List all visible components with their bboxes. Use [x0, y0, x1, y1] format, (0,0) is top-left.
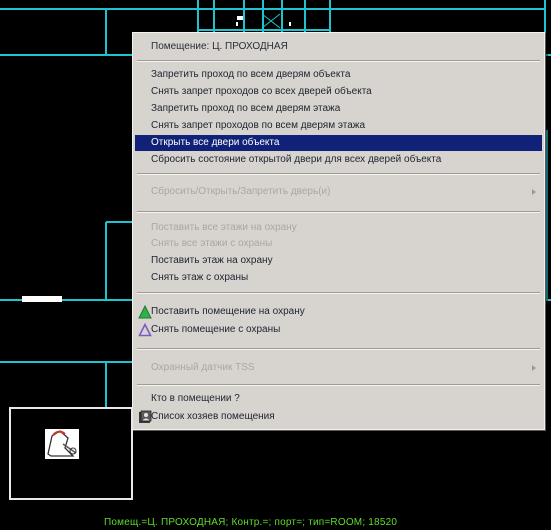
submenu-arrow-icon: [532, 365, 536, 371]
menu-item-disarm-room[interactable]: Снять помещение с охраны: [135, 322, 542, 338]
menu-separator: [137, 348, 540, 350]
menu-separator: [137, 292, 540, 294]
menu-item-forbid-all-floor-doors[interactable]: Запретить проход по всем дверям этажа: [135, 101, 542, 117]
menu-item-who-in-room[interactable]: Кто в помещении ?: [135, 391, 542, 407]
menu-item-disarm-floor[interactable]: Снять этаж с охраны: [135, 270, 542, 286]
status-bar: Помещ.=Ц. ПРОХОДНАЯ; Контр.=; порт=; тип…: [104, 517, 398, 528]
menu-item-forbid-all-object-doors[interactable]: Запретить проход по всем дверям объекта: [135, 67, 542, 83]
submenu-arrow-icon: [532, 189, 536, 195]
menu-item-reset-open-door-state[interactable]: Сбросить состояние открытой двери для вс…: [135, 152, 542, 168]
menu-item-unforbid-all-floor-doors[interactable]: Снять запрет проходов по всем дверям эта…: [135, 118, 542, 134]
doorway-icon: [45, 429, 79, 459]
sensor-submenu-label: Охранный датчик TSS: [151, 362, 255, 373]
owners-list-icon: [139, 410, 152, 423]
menu-separator: [137, 384, 540, 386]
menu-item-unforbid-all-object-doors[interactable]: Снять запрет проходов со всех дверей объ…: [135, 84, 542, 100]
purple-triangle-icon: [138, 323, 152, 337]
context-menu: Помещение: Ц. ПРОХОДНАЯ Запретить проход…: [132, 32, 545, 430]
arm-room-label: Поставить помещение на охрану: [151, 306, 305, 317]
menu-item-arm-all-floors[interactable]: Поставить все этажи на охрану: [135, 220, 542, 236]
disarm-room-label: Снять помещение с охраны: [151, 324, 281, 335]
menu-separator: [137, 60, 540, 62]
menu-item-arm-room[interactable]: Поставить помещение на охрану: [135, 304, 542, 320]
menu-item-disarm-all-floors[interactable]: Снять все этажи с охраны: [135, 236, 542, 252]
menu-item-owners-list[interactable]: Список хозяев помещения: [135, 409, 542, 425]
menu-separator: [137, 211, 540, 213]
menu-item-sensor-submenu[interactable]: Охранный датчик TSS: [135, 360, 542, 376]
menu-item-open-all-object-doors[interactable]: Открыть все двери объекта: [135, 135, 542, 151]
menu-header-room: Помещение: Ц. ПРОХОДНАЯ: [151, 41, 288, 52]
green-triangle-icon: [138, 305, 152, 319]
menu-separator: [137, 173, 540, 175]
menu-item-door-submenu[interactable]: Сбросить/Открыть/Запретить дверь(и): [135, 184, 542, 200]
door-submenu-label: Сбросить/Открыть/Запретить дверь(и): [151, 186, 331, 197]
minimap-panel[interactable]: [9, 407, 133, 500]
menu-item-arm-floor[interactable]: Поставить этаж на охрану: [135, 253, 542, 269]
owners-list-label: Список хозяев помещения: [151, 411, 275, 422]
